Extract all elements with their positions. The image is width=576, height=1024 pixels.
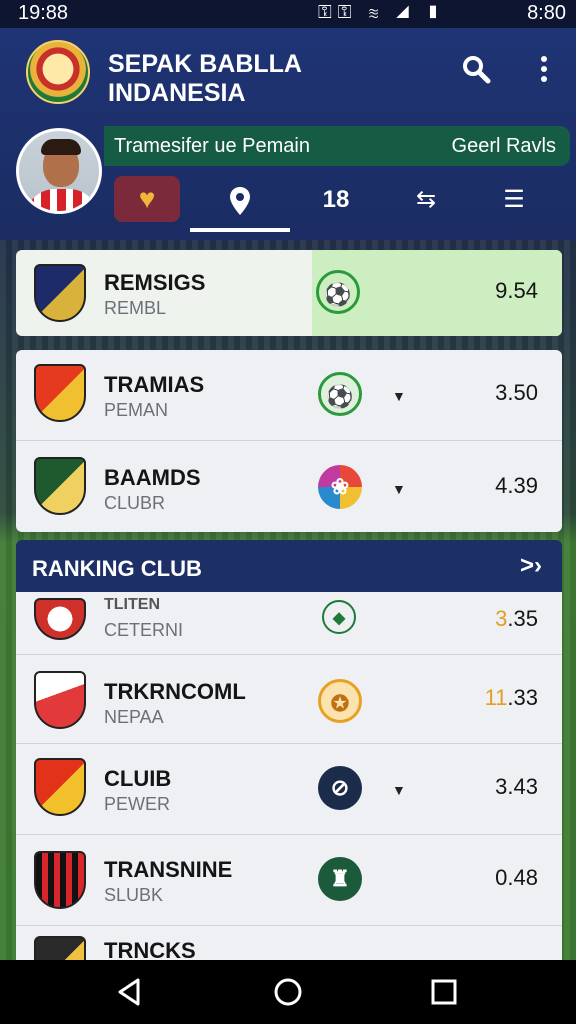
table-row[interactable]: TLITEN CETERNI ◆ 3.35 bbox=[16, 592, 562, 654]
table-row[interactable]: CLUIB PEWER ⊘ ▼ 3.43 bbox=[16, 744, 562, 834]
club-name: TRKRNCOML bbox=[104, 679, 246, 704]
club-name: REMSIGS bbox=[104, 270, 206, 295]
chevron-down-icon[interactable]: ▼ bbox=[392, 388, 406, 404]
club-value: 3.50 bbox=[495, 380, 538, 405]
club-crest bbox=[34, 457, 86, 515]
tab-transfers[interactable]: ⇆ bbox=[386, 172, 466, 232]
status-bar: 19:88 ⚿⚿ ≋ ◢ ▮ 8:80 bbox=[0, 0, 576, 28]
club-subtitle: CETERNI bbox=[104, 620, 184, 640]
club-badge-icon: ✪ bbox=[318, 679, 362, 723]
club-subtitle: SLUBK bbox=[104, 885, 164, 905]
tab-location[interactable] bbox=[190, 172, 290, 232]
club-subtitle: CLUBR bbox=[104, 493, 166, 513]
player-avatar[interactable] bbox=[16, 128, 102, 214]
chevron-down-icon[interactable]: ▼ bbox=[392, 782, 406, 798]
list-item[interactable]: BAAMDS CLUBR ❀ ▼ 4.39 bbox=[16, 441, 562, 531]
table-row[interactable]: TRNCKS bbox=[16, 926, 562, 960]
club-crest bbox=[34, 598, 86, 640]
app-header: SEPAK BABLLA INDANESIA Tramesifer ue Pem… bbox=[0, 28, 576, 240]
club-value: 0.48 bbox=[495, 865, 538, 890]
status-time: 19:88 bbox=[18, 2, 69, 24]
club-badge-icon: ⊘ bbox=[318, 766, 362, 810]
table-row[interactable]: TRKRNCOML NEPAA ✪ 11.33 bbox=[16, 655, 562, 743]
ranking-title: RANKING CLUB bbox=[32, 556, 202, 581]
club-crest bbox=[34, 936, 86, 960]
club-badge-icon: ♜ bbox=[318, 857, 362, 901]
app-title: SEPAK BABLLA INDANESIA bbox=[108, 50, 302, 107]
club-badge-icon: ❀ bbox=[318, 465, 362, 509]
more-menu-icon[interactable] bbox=[526, 54, 562, 90]
heart-icon: ♥ bbox=[138, 183, 156, 214]
club-crest bbox=[34, 264, 86, 322]
club-subtitle: PEMAN bbox=[104, 400, 169, 420]
tab-number[interactable]: 18 bbox=[294, 172, 378, 232]
club-card-featured[interactable]: REMSIGS REMBL ⚽ 9.54 bbox=[16, 250, 562, 336]
club-name: TRNCKS bbox=[104, 938, 196, 960]
club-subtitle: REMBL bbox=[104, 298, 167, 318]
ranking-header: RANKING CLUB >› bbox=[16, 540, 562, 592]
status-icons: ⚿⚿ ≋ ◢ ▮ bbox=[318, 2, 446, 22]
club-name: CLUIB bbox=[104, 766, 172, 791]
club-subtitle: PEWER bbox=[104, 794, 171, 814]
club-name: TLITEN bbox=[104, 596, 160, 613]
search-icon[interactable] bbox=[458, 54, 494, 90]
club-value: 4.39 bbox=[495, 473, 538, 498]
club-crest bbox=[34, 364, 86, 422]
list-icon: ☰ bbox=[503, 186, 525, 213]
ranking-list: TLITEN CETERNI ◆ 3.35 TRKRNCOML NEPAA ✪ … bbox=[16, 592, 562, 960]
status-clock: 8:80 bbox=[527, 2, 566, 24]
club-name: TRAMIAS bbox=[104, 372, 205, 397]
recent-apps-icon[interactable] bbox=[426, 974, 462, 1010]
tab-list[interactable]: ☰ bbox=[474, 172, 554, 232]
club-badge-icon: ◆ bbox=[322, 600, 356, 634]
table-row[interactable]: TRANSNINE SLUBK ♜ 0.48 bbox=[16, 835, 562, 925]
chevron-right-icon[interactable]: >› bbox=[520, 552, 542, 580]
club-name: TRANSNINE bbox=[104, 857, 233, 882]
club-value: 3.43 bbox=[495, 774, 538, 799]
location-pin-icon bbox=[230, 187, 250, 215]
tab-favorites[interactable]: ♥ bbox=[114, 176, 180, 222]
transfer-icon: ⇆ bbox=[415, 186, 437, 213]
list-item[interactable]: TRAMIAS PEMAN ⚽ ▼ 3.50 bbox=[16, 350, 562, 440]
system-nav-bar bbox=[0, 960, 576, 1024]
club-value: 3.35 bbox=[495, 606, 538, 631]
club-card-list: TRAMIAS PEMAN ⚽ ▼ 3.50 BAAMDS CLUBR ❀ ▼ … bbox=[16, 350, 562, 532]
back-icon[interactable] bbox=[112, 974, 148, 1010]
club-crest bbox=[34, 758, 86, 816]
banner-right-label: Geerl Ravls bbox=[451, 135, 556, 157]
club-crest bbox=[34, 851, 86, 909]
club-badge-icon: ⚽ bbox=[318, 372, 362, 416]
club-subtitle: NEPAA bbox=[104, 707, 164, 727]
club-badge-icon: ⚽ bbox=[316, 270, 360, 314]
club-name: BAAMDS bbox=[104, 465, 201, 490]
app-logo bbox=[26, 40, 90, 104]
club-value: 9.54 bbox=[495, 278, 538, 303]
tab-bar: ♥ 18 ⇆ ☰ bbox=[104, 172, 576, 234]
chevron-down-icon[interactable]: ▼ bbox=[392, 481, 406, 497]
transfer-banner[interactable]: Tramesifer ue Pemain Geerl Ravls bbox=[104, 126, 570, 166]
club-crest bbox=[34, 671, 86, 729]
club-value: 11.33 bbox=[484, 685, 538, 710]
banner-title: Tramesifer ue Pemain bbox=[114, 135, 310, 157]
home-icon[interactable] bbox=[270, 974, 306, 1010]
